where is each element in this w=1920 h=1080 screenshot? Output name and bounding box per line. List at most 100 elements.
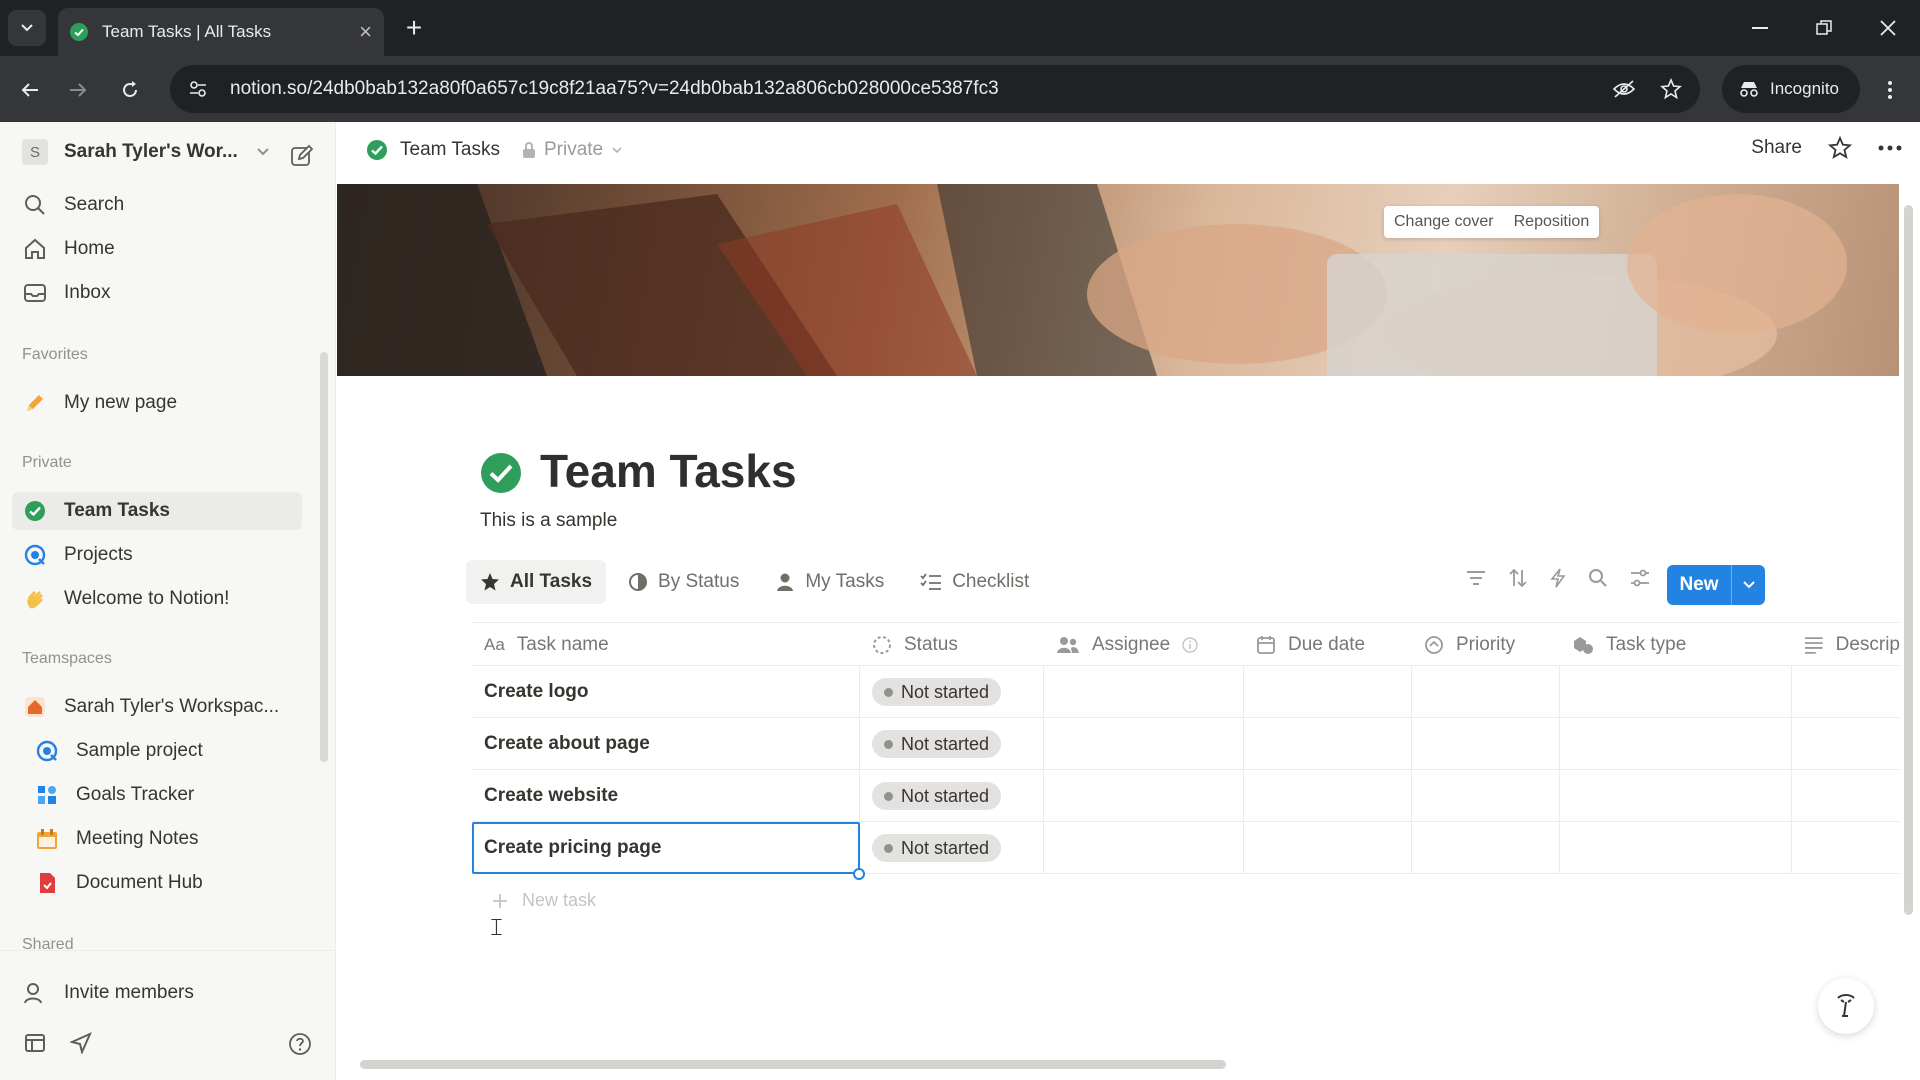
share-button[interactable]: Share [1751, 137, 1802, 159]
shared-header[interactable]: Shared [22, 936, 74, 954]
due-date-cell[interactable] [1244, 718, 1412, 770]
description-cell[interactable] [1792, 770, 1900, 822]
more-options-icon[interactable] [1878, 145, 1902, 151]
new-tab-button[interactable]: + [398, 12, 430, 44]
table-row[interactable]: Create about page Not started [472, 718, 1900, 770]
new-task-row[interactable]: New task [492, 890, 596, 911]
task-name-cell[interactable]: Create website [472, 770, 860, 822]
info-icon[interactable] [1182, 637, 1198, 653]
forward-icon[interactable] [60, 72, 96, 108]
tab-search-button[interactable] [8, 10, 46, 46]
table-row[interactable]: Create website Not started [472, 770, 1900, 822]
workspace-switcher[interactable]: S Sarah Tyler's Wor... [12, 132, 322, 172]
sidebar-item-goals-tracker[interactable]: Goals Tracker [12, 776, 302, 814]
notion-ai-button[interactable] [1818, 978, 1874, 1034]
sidebar-item-sample-project[interactable]: Sample project [12, 732, 302, 770]
tab-my-tasks[interactable]: My Tasks [761, 560, 898, 604]
sidebar-item-projects[interactable]: Projects [12, 536, 302, 574]
new-page-icon[interactable] [290, 144, 314, 173]
favorites-header[interactable]: Favorites [22, 346, 88, 364]
sidebar-item-meeting-notes[interactable]: Meeting Notes [12, 820, 302, 858]
automation-icon[interactable] [1550, 568, 1566, 588]
page-title[interactable]: Team Tasks [540, 444, 797, 498]
column-header-description[interactable]: Descrip [1792, 623, 1900, 667]
fill-handle[interactable] [853, 868, 865, 880]
close-tab-icon[interactable]: × [359, 19, 372, 45]
invite-members-button[interactable]: Invite members [12, 974, 302, 1012]
priority-cell[interactable] [1412, 666, 1560, 718]
breadcrumb-page-title[interactable]: Team Tasks [400, 139, 500, 161]
priority-cell[interactable] [1412, 770, 1560, 822]
due-date-cell[interactable] [1244, 666, 1412, 718]
reload-icon[interactable] [112, 72, 148, 108]
column-header-task-type[interactable]: Task type [1560, 623, 1792, 667]
help-icon[interactable] [288, 1032, 312, 1061]
task-name-cell-selected[interactable]: Create pricing page [472, 822, 860, 874]
tab-all-tasks[interactable]: All Tasks [466, 560, 607, 604]
sidebar-item-my-new-page[interactable]: My new page [12, 384, 302, 422]
sidebar-item-document-hub[interactable]: Document Hub [12, 864, 302, 902]
due-date-cell[interactable] [1244, 822, 1412, 874]
back-icon[interactable] [12, 72, 48, 108]
sort-icon[interactable] [1508, 568, 1528, 588]
task-type-cell[interactable] [1560, 718, 1792, 770]
close-window-icon[interactable] [1864, 8, 1912, 48]
priority-cell[interactable] [1412, 822, 1560, 874]
assignee-cell[interactable] [1044, 822, 1244, 874]
task-name-cell[interactable]: Create logo [472, 666, 860, 718]
tab-checklist[interactable]: Checklist [906, 560, 1043, 604]
sidebar-item-search[interactable]: Search [12, 186, 302, 224]
status-cell[interactable]: Not started [860, 770, 1044, 822]
templates-icon[interactable] [24, 1032, 46, 1059]
address-bar[interactable]: notion.so/24db0bab132a80f0a657c19c8f21aa… [170, 65, 1700, 113]
minimize-icon[interactable] [1736, 8, 1784, 48]
teamspaces-header[interactable]: Teamspaces [22, 650, 112, 668]
description-cell[interactable] [1792, 718, 1900, 770]
search-icon[interactable] [1588, 568, 1608, 588]
tab-by-status[interactable]: By Status [614, 560, 753, 604]
vertical-scrollbar[interactable] [1904, 205, 1913, 915]
due-date-cell[interactable] [1244, 770, 1412, 822]
send-icon[interactable] [68, 1032, 92, 1059]
sidebar-item-team-tasks[interactable]: Team Tasks [12, 492, 302, 530]
sidebar-item-inbox[interactable]: Inbox [12, 274, 302, 312]
private-header[interactable]: Private [22, 454, 72, 472]
task-name-cell[interactable]: Create about page [472, 718, 860, 770]
browser-menu-icon[interactable] [1872, 72, 1908, 108]
view-settings-icon[interactable] [1630, 569, 1650, 587]
incognito-indicator[interactable]: Incognito [1722, 65, 1860, 113]
task-type-cell[interactable] [1560, 666, 1792, 718]
change-cover-button[interactable]: Change cover [1384, 206, 1504, 238]
task-type-cell[interactable] [1560, 770, 1792, 822]
cover-image[interactable] [337, 184, 1899, 376]
sidebar-item-welcome[interactable]: Welcome to Notion! [12, 580, 302, 618]
table-row[interactable]: Create pricing page Not started [472, 822, 1900, 874]
eye-off-icon[interactable] [1612, 79, 1636, 99]
page-icon[interactable] [480, 452, 522, 494]
site-info-icon[interactable] [188, 79, 208, 99]
browser-tab-active[interactable]: Team Tasks | All Tasks × [58, 8, 384, 56]
column-header-assignee[interactable]: Assignee [1044, 623, 1244, 667]
assignee-cell[interactable] [1044, 666, 1244, 718]
bookmark-star-icon[interactable] [1660, 78, 1682, 100]
description-cell[interactable] [1792, 822, 1900, 874]
new-record-button[interactable]: New [1667, 565, 1765, 605]
page-description[interactable]: This is a sample [480, 510, 617, 532]
sidebar-scrollbar[interactable] [320, 352, 328, 762]
column-header-due-date[interactable]: Due date [1244, 623, 1412, 667]
description-cell[interactable] [1792, 666, 1900, 718]
horizontal-scrollbar[interactable] [360, 1060, 1226, 1069]
priority-cell[interactable] [1412, 718, 1560, 770]
assignee-cell[interactable] [1044, 718, 1244, 770]
table-row[interactable]: Create logo Not started [472, 666, 1900, 718]
status-cell[interactable]: Not started [860, 718, 1044, 770]
reposition-button[interactable]: Reposition [1504, 206, 1600, 238]
restore-icon[interactable] [1800, 8, 1848, 48]
status-cell[interactable]: Not started [860, 822, 1044, 874]
assignee-cell[interactable] [1044, 770, 1244, 822]
filter-icon[interactable] [1466, 570, 1486, 586]
column-header-priority[interactable]: Priority [1412, 623, 1560, 667]
new-dropdown-toggle[interactable] [1732, 580, 1765, 590]
privacy-dropdown[interactable]: Private [522, 139, 623, 161]
column-header-task-name[interactable]: Aa Task name [472, 623, 860, 667]
